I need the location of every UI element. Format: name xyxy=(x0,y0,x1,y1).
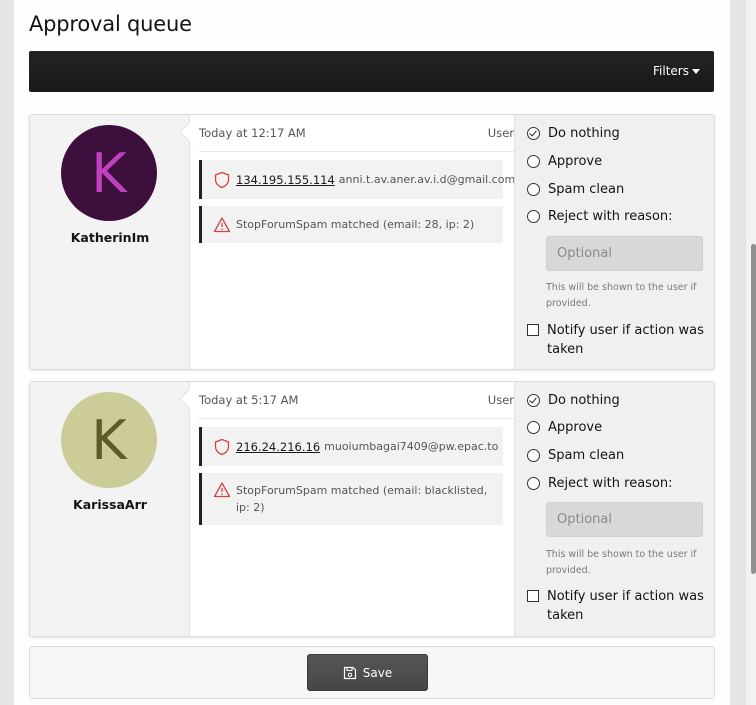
radio-checked[interactable] xyxy=(527,127,540,140)
ip-email-block: 134.195.155.114 anni.t.av.aner.av.i.d@gm… xyxy=(199,160,515,199)
option-do-nothing[interactable]: Do nothing xyxy=(527,393,620,408)
save-icon xyxy=(343,666,356,679)
filters-label: Filters xyxy=(653,64,689,78)
avatar[interactable]: K xyxy=(61,392,157,488)
shield-icon xyxy=(214,438,230,455)
warning-triangle-icon xyxy=(213,482,231,498)
item-content: Today at 5:17 AM User 216.24.216.16 muoi… xyxy=(199,382,514,636)
option-label: Spam clean xyxy=(548,448,625,463)
checkbox[interactable] xyxy=(527,324,539,336)
save-bar: Save xyxy=(29,646,715,699)
option-reject[interactable]: Reject with reason: xyxy=(527,476,673,491)
notify-label: Notify user if action was taken xyxy=(547,323,704,357)
page: Approval queue Filters K KatherinIm Toda… xyxy=(14,0,730,705)
approval-item: K KatherinIm Today at 12:17 AM User 134.… xyxy=(29,114,715,370)
email-address: muoiumbagai7409@pw.epac.to xyxy=(324,440,499,453)
spam-check-block: StopForumSpam matched (email: blackliste… xyxy=(199,473,503,525)
radio-checked[interactable] xyxy=(527,394,540,407)
reject-reason-input[interactable] xyxy=(546,236,703,271)
email-address: anni.t.av.aner.av.i.d@gmail.com xyxy=(338,173,516,186)
timestamp: Today at 5:17 AM xyxy=(199,393,299,407)
option-label: Reject with reason: xyxy=(548,209,673,224)
spam-message: StopForumSpam matched (email: blackliste… xyxy=(236,484,488,514)
warning-triangle-icon xyxy=(213,216,231,232)
page-title: Approval queue xyxy=(29,12,192,36)
spam-message: StopForumSpam matched (email: 28, ip: 2) xyxy=(236,218,475,231)
option-label: Spam clean xyxy=(548,182,625,197)
option-label: Reject with reason: xyxy=(548,476,673,491)
radio[interactable] xyxy=(527,210,540,223)
action-pane: Do nothing Approve Spam clean Reject wit… xyxy=(514,115,714,369)
option-label: Do nothing xyxy=(548,393,620,408)
ip-email-block: 216.24.216.16 muoiumbagai7409@pw.epac.to xyxy=(199,427,503,466)
divider xyxy=(199,151,514,152)
item-content: Today at 12:17 AM User 134.195.155.114 a… xyxy=(199,115,515,369)
avatar-letter: K xyxy=(91,141,127,205)
save-label: Save xyxy=(362,665,393,680)
user-pane: K KarissaArr xyxy=(30,382,190,636)
option-reject[interactable]: Reject with reason: xyxy=(527,209,673,224)
username[interactable]: KatherinIm xyxy=(30,230,190,245)
radio[interactable] xyxy=(527,155,540,168)
filter-bar: Filters xyxy=(29,51,714,92)
notify-user-checkbox[interactable]: Notify user if action was taken xyxy=(527,587,712,625)
content-type: User xyxy=(487,126,514,140)
caret-down-icon xyxy=(692,68,700,74)
save-button[interactable]: Save xyxy=(307,654,428,691)
avatar-letter: K xyxy=(91,408,127,472)
content-type: User xyxy=(487,393,514,407)
shield-icon xyxy=(214,171,230,188)
spam-check-block: StopForumSpam matched (email: 28, ip: 2) xyxy=(199,206,503,243)
option-approve[interactable]: Approve xyxy=(527,154,602,169)
option-label: Approve xyxy=(548,154,603,169)
approval-item: K KarissaArr Today at 5:17 AM User 216.2… xyxy=(29,381,715,637)
option-do-nothing[interactable]: Do nothing xyxy=(527,126,620,141)
option-label: Do nothing xyxy=(548,126,620,141)
ip-address-link[interactable]: 216.24.216.16 xyxy=(236,440,320,454)
radio[interactable] xyxy=(527,449,540,462)
option-spam-clean[interactable]: Spam clean xyxy=(527,182,624,197)
notify-label: Notify user if action was taken xyxy=(547,589,704,623)
notify-user-checkbox[interactable]: Notify user if action was taken xyxy=(527,321,712,359)
timestamp: Today at 12:17 AM xyxy=(199,126,306,140)
radio[interactable] xyxy=(527,421,540,434)
action-pane: Do nothing Approve Spam clean Reject wit… xyxy=(514,382,714,636)
scrollbar-thumb[interactable] xyxy=(751,244,756,574)
radio[interactable] xyxy=(527,183,540,196)
reason-hint: This will be shown to the user if provid… xyxy=(546,549,697,576)
divider xyxy=(199,418,514,419)
reason-hint: This will be shown to the user if provid… xyxy=(546,282,697,309)
checkbox[interactable] xyxy=(527,590,539,602)
radio[interactable] xyxy=(527,477,540,490)
option-spam-clean[interactable]: Spam clean xyxy=(527,448,624,463)
option-approve[interactable]: Approve xyxy=(527,420,602,435)
avatar[interactable]: K xyxy=(61,125,157,221)
user-pane: K KatherinIm xyxy=(30,115,190,369)
reject-reason-input[interactable] xyxy=(546,502,703,537)
filters-button[interactable]: Filters xyxy=(653,64,700,78)
option-label: Approve xyxy=(548,420,603,435)
ip-address-link[interactable]: 134.195.155.114 xyxy=(236,173,335,187)
username[interactable]: KarissaArr xyxy=(30,497,190,512)
